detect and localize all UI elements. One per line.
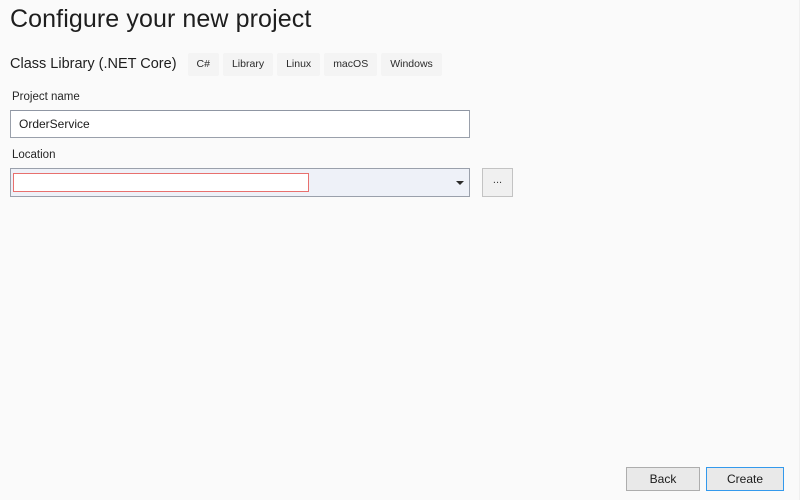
caret-shape — [456, 180, 464, 185]
template-tag-language: C# — [187, 52, 219, 76]
location-combobox[interactable] — [10, 168, 470, 197]
location-label: Location — [12, 149, 56, 161]
back-button[interactable]: Back — [626, 467, 700, 491]
template-tag-platform-windows: Windows — [381, 52, 442, 76]
project-name-label: Project name — [12, 91, 80, 103]
template-tag-list: C# Library Linux macOS Windows — [187, 52, 446, 76]
template-tag-type: Library — [222, 52, 274, 76]
location-input[interactable] — [13, 173, 309, 192]
browse-location-button[interactable]: ... — [482, 168, 513, 197]
template-summary-row: Class Library (.NET Core) C# Library Lin… — [10, 52, 446, 76]
chevron-down-icon[interactable] — [451, 169, 469, 196]
project-name-input[interactable] — [10, 110, 470, 138]
template-tag-platform-macos: macOS — [324, 52, 378, 76]
create-button[interactable]: Create — [706, 467, 784, 491]
page-title: Configure your new project — [10, 5, 312, 33]
configure-project-dialog: Configure your new project Class Library… — [0, 0, 800, 500]
template-name: Class Library (.NET Core) — [10, 56, 177, 72]
template-tag-platform-linux: Linux — [277, 52, 321, 76]
